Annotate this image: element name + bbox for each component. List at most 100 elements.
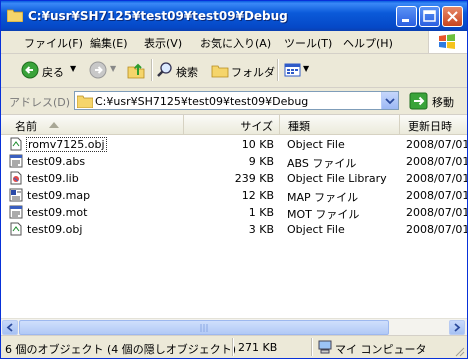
file-type: MAP ファイル <box>287 191 359 204</box>
file-size: 10 KB <box>241 138 274 151</box>
toolbar-separator <box>151 59 153 81</box>
maximize-icon <box>423 10 436 22</box>
file-type: ABS ファイル <box>287 157 357 170</box>
file-list: 名前 サイズ 種類 更新日時 romv7125.obj 10 KB Object… <box>1 115 467 333</box>
file-row[interactable]: test09.mot 1 KB MOT ファイル 2008/07/01 <box>1 204 467 221</box>
file-row[interactable]: test09.lib 239 KB Object File Library 20… <box>1 170 467 187</box>
toolbar: 戻る ▼ ▼ 検索 フォルダ ▼ <box>1 54 467 88</box>
address-dropdown-button[interactable] <box>381 92 398 109</box>
menu-view[interactable]: 表示(V) <box>144 35 182 51</box>
file-size: 9 KB <box>248 155 274 168</box>
address-value: C:¥usr¥SH7125¥test09¥test09¥Debug <box>95 95 309 108</box>
status-location: マイ コンピュータ <box>335 343 427 356</box>
file-row[interactable]: romv7125.obj 10 KB Object File 2008/07/0… <box>1 136 467 153</box>
status-size: 271 KB <box>238 341 278 354</box>
go-arrow-icon <box>409 92 428 110</box>
menu-edit[interactable]: 編集(E) <box>90 35 128 51</box>
file-row[interactable]: test09.map 12 KB MAP ファイル 2008/07/01 <box>1 187 467 204</box>
file-name: romv7125.obj <box>26 137 107 152</box>
address-input[interactable]: C:¥usr¥SH7125¥test09¥test09¥Debug <box>74 91 399 110</box>
file-name: test09.abs <box>27 155 86 168</box>
chevron-left-icon <box>6 323 13 332</box>
explorer-window: C:¥usr¥SH7125¥test09¥test09¥Debug ファイル(F… <box>0 0 468 359</box>
menu-file[interactable]: ファイル(F) <box>24 35 83 51</box>
go-button[interactable]: 移動 <box>408 91 464 111</box>
menu-bar: ファイル(F) 編集(E) 表示(V) お気に入り(A) ツール(T) ヘルプ(… <box>1 31 467 54</box>
folders-label: フォルダ <box>231 66 275 79</box>
back-label: 戻る <box>42 66 64 79</box>
folder-icon <box>7 9 23 22</box>
maximize-button[interactable] <box>419 6 440 27</box>
column-header: 名前 サイズ 種類 更新日時 <box>1 115 467 135</box>
folders-button[interactable]: フォルダ <box>211 60 275 80</box>
column-name[interactable]: 名前 <box>1 115 184 134</box>
menu-favorites[interactable]: お気に入り(A) <box>200 35 271 51</box>
minimize-icon <box>402 19 409 22</box>
file-date: 2008/07/01 <box>406 223 468 236</box>
windows-logo-icon <box>428 31 467 53</box>
file-name: test09.lib <box>27 172 79 185</box>
resize-grip-icon[interactable] <box>453 345 465 357</box>
toolbar-separator <box>277 59 279 81</box>
back-button[interactable]: 戻る ▼ <box>21 60 81 80</box>
abs-file-icon <box>9 154 23 168</box>
sort-ascending-icon <box>49 122 59 128</box>
file-size: 12 KB <box>241 189 274 202</box>
close-icon <box>447 11 458 22</box>
search-label: 検索 <box>176 66 198 79</box>
file-size: 3 KB <box>248 223 274 236</box>
file-size: 1 KB <box>248 206 274 219</box>
column-date[interactable]: 更新日時 <box>400 115 467 134</box>
scroll-thumb[interactable] <box>19 320 389 335</box>
status-object-count: 6 個のオブジェクト (4 個の隠しオブジェクト) <box>5 343 237 356</box>
forward-dropdown-icon[interactable]: ▼ <box>110 64 116 73</box>
folder-up-icon <box>127 63 145 79</box>
file-type: Object File <box>287 223 345 236</box>
go-label: 移動 <box>432 96 454 109</box>
back-dropdown-icon[interactable]: ▼ <box>70 64 76 73</box>
folders-icon <box>211 65 229 78</box>
file-row[interactable]: test09.obj 3 KB Object File 2008/07/01 <box>1 221 467 238</box>
menu-help[interactable]: ヘルプ(H) <box>343 35 393 51</box>
folder-icon <box>77 95 93 108</box>
search-icon <box>157 62 172 77</box>
title-bar[interactable]: C:¥usr¥SH7125¥test09¥test09¥Debug <box>1 1 467 31</box>
status-separator <box>232 338 234 356</box>
file-date: 2008/07/01 <box>406 189 468 202</box>
chevron-right-icon <box>454 323 461 332</box>
scroll-left-button[interactable] <box>2 320 18 335</box>
file-date: 2008/07/01 <box>406 138 468 151</box>
views-dropdown-icon[interactable]: ▼ <box>303 64 309 73</box>
views-icon <box>284 63 301 77</box>
column-type[interactable]: 種類 <box>280 115 400 134</box>
forward-arrow-icon <box>89 61 107 79</box>
search-button[interactable]: 検索 <box>156 60 206 80</box>
close-button[interactable] <box>442 6 463 27</box>
file-type: MOT ファイル <box>287 208 360 221</box>
forward-button[interactable]: ▼ <box>89 60 121 80</box>
file-date: 2008/07/01 <box>406 155 468 168</box>
object-file-icon <box>10 137 22 151</box>
horizontal-scrollbar[interactable] <box>1 318 467 336</box>
file-type: Object File <box>287 138 345 151</box>
back-arrow-icon <box>21 61 39 79</box>
file-name: test09.map <box>27 189 91 202</box>
file-date: 2008/07/01 <box>406 206 468 219</box>
scroll-right-button[interactable] <box>449 320 465 335</box>
views-button[interactable]: ▼ <box>284 60 312 80</box>
address-bar: アドレス(D) C:¥usr¥SH7125¥test09¥test09¥Debu… <box>1 88 467 115</box>
status-separator <box>311 338 313 356</box>
file-name: test09.obj <box>27 223 83 236</box>
file-size: 239 KB <box>234 172 274 185</box>
file-date: 2008/07/01 <box>406 172 468 185</box>
map-file-icon <box>9 188 23 202</box>
up-folder-button[interactable] <box>127 60 147 80</box>
file-type: Object File Library <box>287 172 387 185</box>
minimize-button[interactable] <box>396 6 417 27</box>
chevron-down-icon <box>385 98 395 105</box>
library-file-icon <box>10 171 22 185</box>
file-row[interactable]: test09.abs 9 KB ABS ファイル 2008/07/01 <box>1 153 467 170</box>
object-file-icon <box>10 222 22 236</box>
menu-tools[interactable]: ツール(T) <box>284 35 332 51</box>
column-size[interactable]: サイズ <box>184 115 280 134</box>
